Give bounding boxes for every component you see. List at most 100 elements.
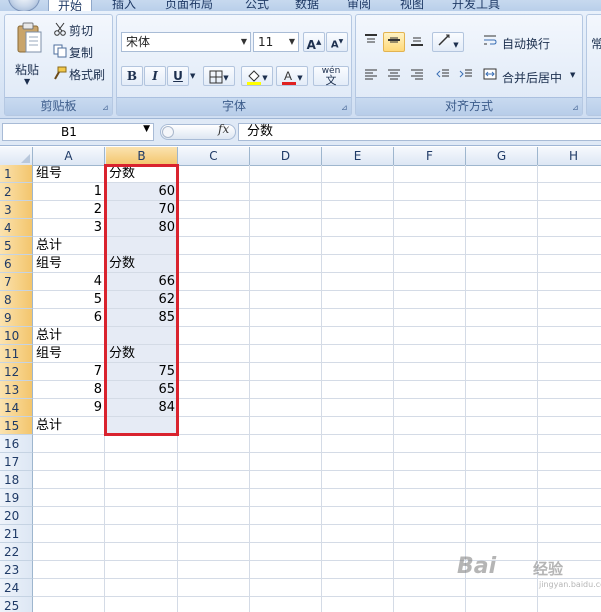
row-header-24[interactable]: 24 [0,579,33,597]
phonetic-guide-button[interactable]: wén 文 [313,66,349,86]
cell-b6[interactable]: 分数 [106,255,178,273]
align-left-button[interactable] [360,66,382,86]
insert-function-button[interactable]: fx [218,122,229,136]
cell-a8[interactable]: 5 [33,291,105,309]
tab-data[interactable]: 数据 [295,0,319,11]
format-painter-button[interactable]: 格式刷 [69,66,105,83]
cell-a12[interactable]: 7 [33,363,105,381]
paste-button[interactable]: 粘贴 [15,61,39,78]
column-header-h[interactable]: H [538,147,601,165]
cell-b7[interactable]: 66 [106,273,178,291]
cell-a5[interactable]: 总计 [33,237,105,255]
row-header-9[interactable]: 9 [0,309,33,327]
align-middle-button[interactable] [383,32,405,52]
font-size-select[interactable]: 11 ▼ [253,32,299,52]
row-header-3[interactable]: 3 [0,201,33,219]
cell-b5[interactable] [106,237,178,255]
decrease-indent-button[interactable] [432,66,454,86]
cell-b3[interactable]: 70 [106,201,178,219]
cell-b12[interactable]: 75 [106,363,178,381]
row-header-22[interactable]: 22 [0,543,33,561]
cell-a2[interactable]: 1 [33,183,105,201]
row-header-13[interactable]: 13 [0,381,33,399]
tab-formulas[interactable]: 公式 [245,0,269,11]
cell-b4[interactable]: 80 [106,219,178,237]
align-center-button[interactable] [383,66,405,86]
tab-insert[interactable]: 插入 [112,0,136,11]
row-header-18[interactable]: 18 [0,471,33,489]
copy-button[interactable]: 复制 [69,44,93,61]
column-header-d[interactable]: D [250,147,322,165]
cell-a1[interactable]: 组号 [33,165,105,183]
cell-a13[interactable]: 8 [33,381,105,399]
column-header-g[interactable]: G [466,147,538,165]
row-header-19[interactable]: 19 [0,489,33,507]
bold-button[interactable]: B [121,66,143,86]
name-box[interactable]: B1 ▼ [2,123,154,141]
cell-a6[interactable]: 组号 [33,255,105,273]
align-bottom-button[interactable] [406,32,428,52]
cell-b13[interactable]: 65 [106,381,178,399]
column-header-c[interactable]: C [178,147,250,165]
fill-color-button[interactable]: ▼ [241,66,273,86]
paste-icon[interactable] [15,21,43,58]
row-header-12[interactable]: 12 [0,363,33,381]
tab-home[interactable]: 开始 [48,0,93,11]
office-button-icon[interactable] [8,0,40,11]
row-header-21[interactable]: 21 [0,525,33,543]
row-header-6[interactable]: 6 [0,255,33,273]
cell-b11[interactable]: 分数 [106,345,178,363]
cell-b10[interactable] [106,327,178,345]
italic-button[interactable]: I [144,66,166,86]
alignment-launcher-icon[interactable]: ⊿ [572,104,580,112]
cell-a14[interactable]: 9 [33,399,105,417]
row-header-7[interactable]: 7 [0,273,33,291]
underline-dropdown-icon[interactable]: ▼ [190,72,195,80]
tab-developer[interactable]: 开发工具 [452,0,500,11]
row-header-4[interactable]: 4 [0,219,33,237]
cell-b9[interactable]: 85 [106,309,178,327]
cell-b2[interactable]: 60 [106,183,178,201]
row-header-15[interactable]: 15 [0,417,33,435]
wrap-text-button[interactable]: 自动换行 [502,35,550,52]
row-header-8[interactable]: 8 [0,291,33,309]
tab-review[interactable]: 审阅 [347,0,371,11]
font-name-select[interactable]: 宋体 ▼ [121,32,251,52]
row-header-2[interactable]: 2 [0,183,33,201]
tab-page-layout[interactable]: 页面布局 [165,0,213,11]
formula-input[interactable]: 分数 [238,123,601,141]
font-launcher-icon[interactable]: ⊿ [341,104,349,112]
row-header-23[interactable]: 23 [0,561,33,579]
cell-b8[interactable]: 62 [106,291,178,309]
row-header-17[interactable]: 17 [0,453,33,471]
grow-font-button[interactable]: A▲ [303,32,325,52]
number-format-select[interactable]: 常 [591,35,601,52]
cell-a11[interactable]: 组号 [33,345,105,363]
cell-a9[interactable]: 6 [33,309,105,327]
row-header-1[interactable]: 1 [0,165,33,183]
row-header-5[interactable]: 5 [0,237,33,255]
row-header-16[interactable]: 16 [0,435,33,453]
cell-a3[interactable]: 2 [33,201,105,219]
column-header-e[interactable]: E [322,147,394,165]
merge-dropdown-icon[interactable]: ▼ [570,71,575,79]
cell-a15[interactable]: 总计 [33,417,105,435]
worksheet-grid[interactable]: ABCDEFGH 组号 1 2 3 总计 组号 4 5 6 总计 组号 7 8 9 总计 分数 60 70 80 分数… [0,147,601,612]
cell-b14[interactable]: 84 [106,399,178,417]
paste-dropdown-icon[interactable]: ▼ [24,77,30,86]
orientation-button[interactable]: ▼ [432,32,464,52]
underline-button[interactable]: U [167,66,189,86]
clipboard-launcher-icon[interactable]: ⊿ [102,104,110,112]
align-right-button[interactable] [406,66,428,86]
column-header-b[interactable]: B [106,147,178,165]
row-header-14[interactable]: 14 [0,399,33,417]
cell-a10[interactable]: 总计 [33,327,105,345]
select-all-button[interactable] [0,147,33,165]
row-header-20[interactable]: 20 [0,507,33,525]
cell-b1[interactable]: 分数 [106,165,178,183]
row-header-25[interactable]: 25 [0,597,33,612]
row-header-11[interactable]: 11 [0,345,33,363]
tab-view[interactable]: 视图 [400,0,424,11]
column-header-a[interactable]: A [33,147,105,165]
row-header-10[interactable]: 10 [0,327,33,345]
